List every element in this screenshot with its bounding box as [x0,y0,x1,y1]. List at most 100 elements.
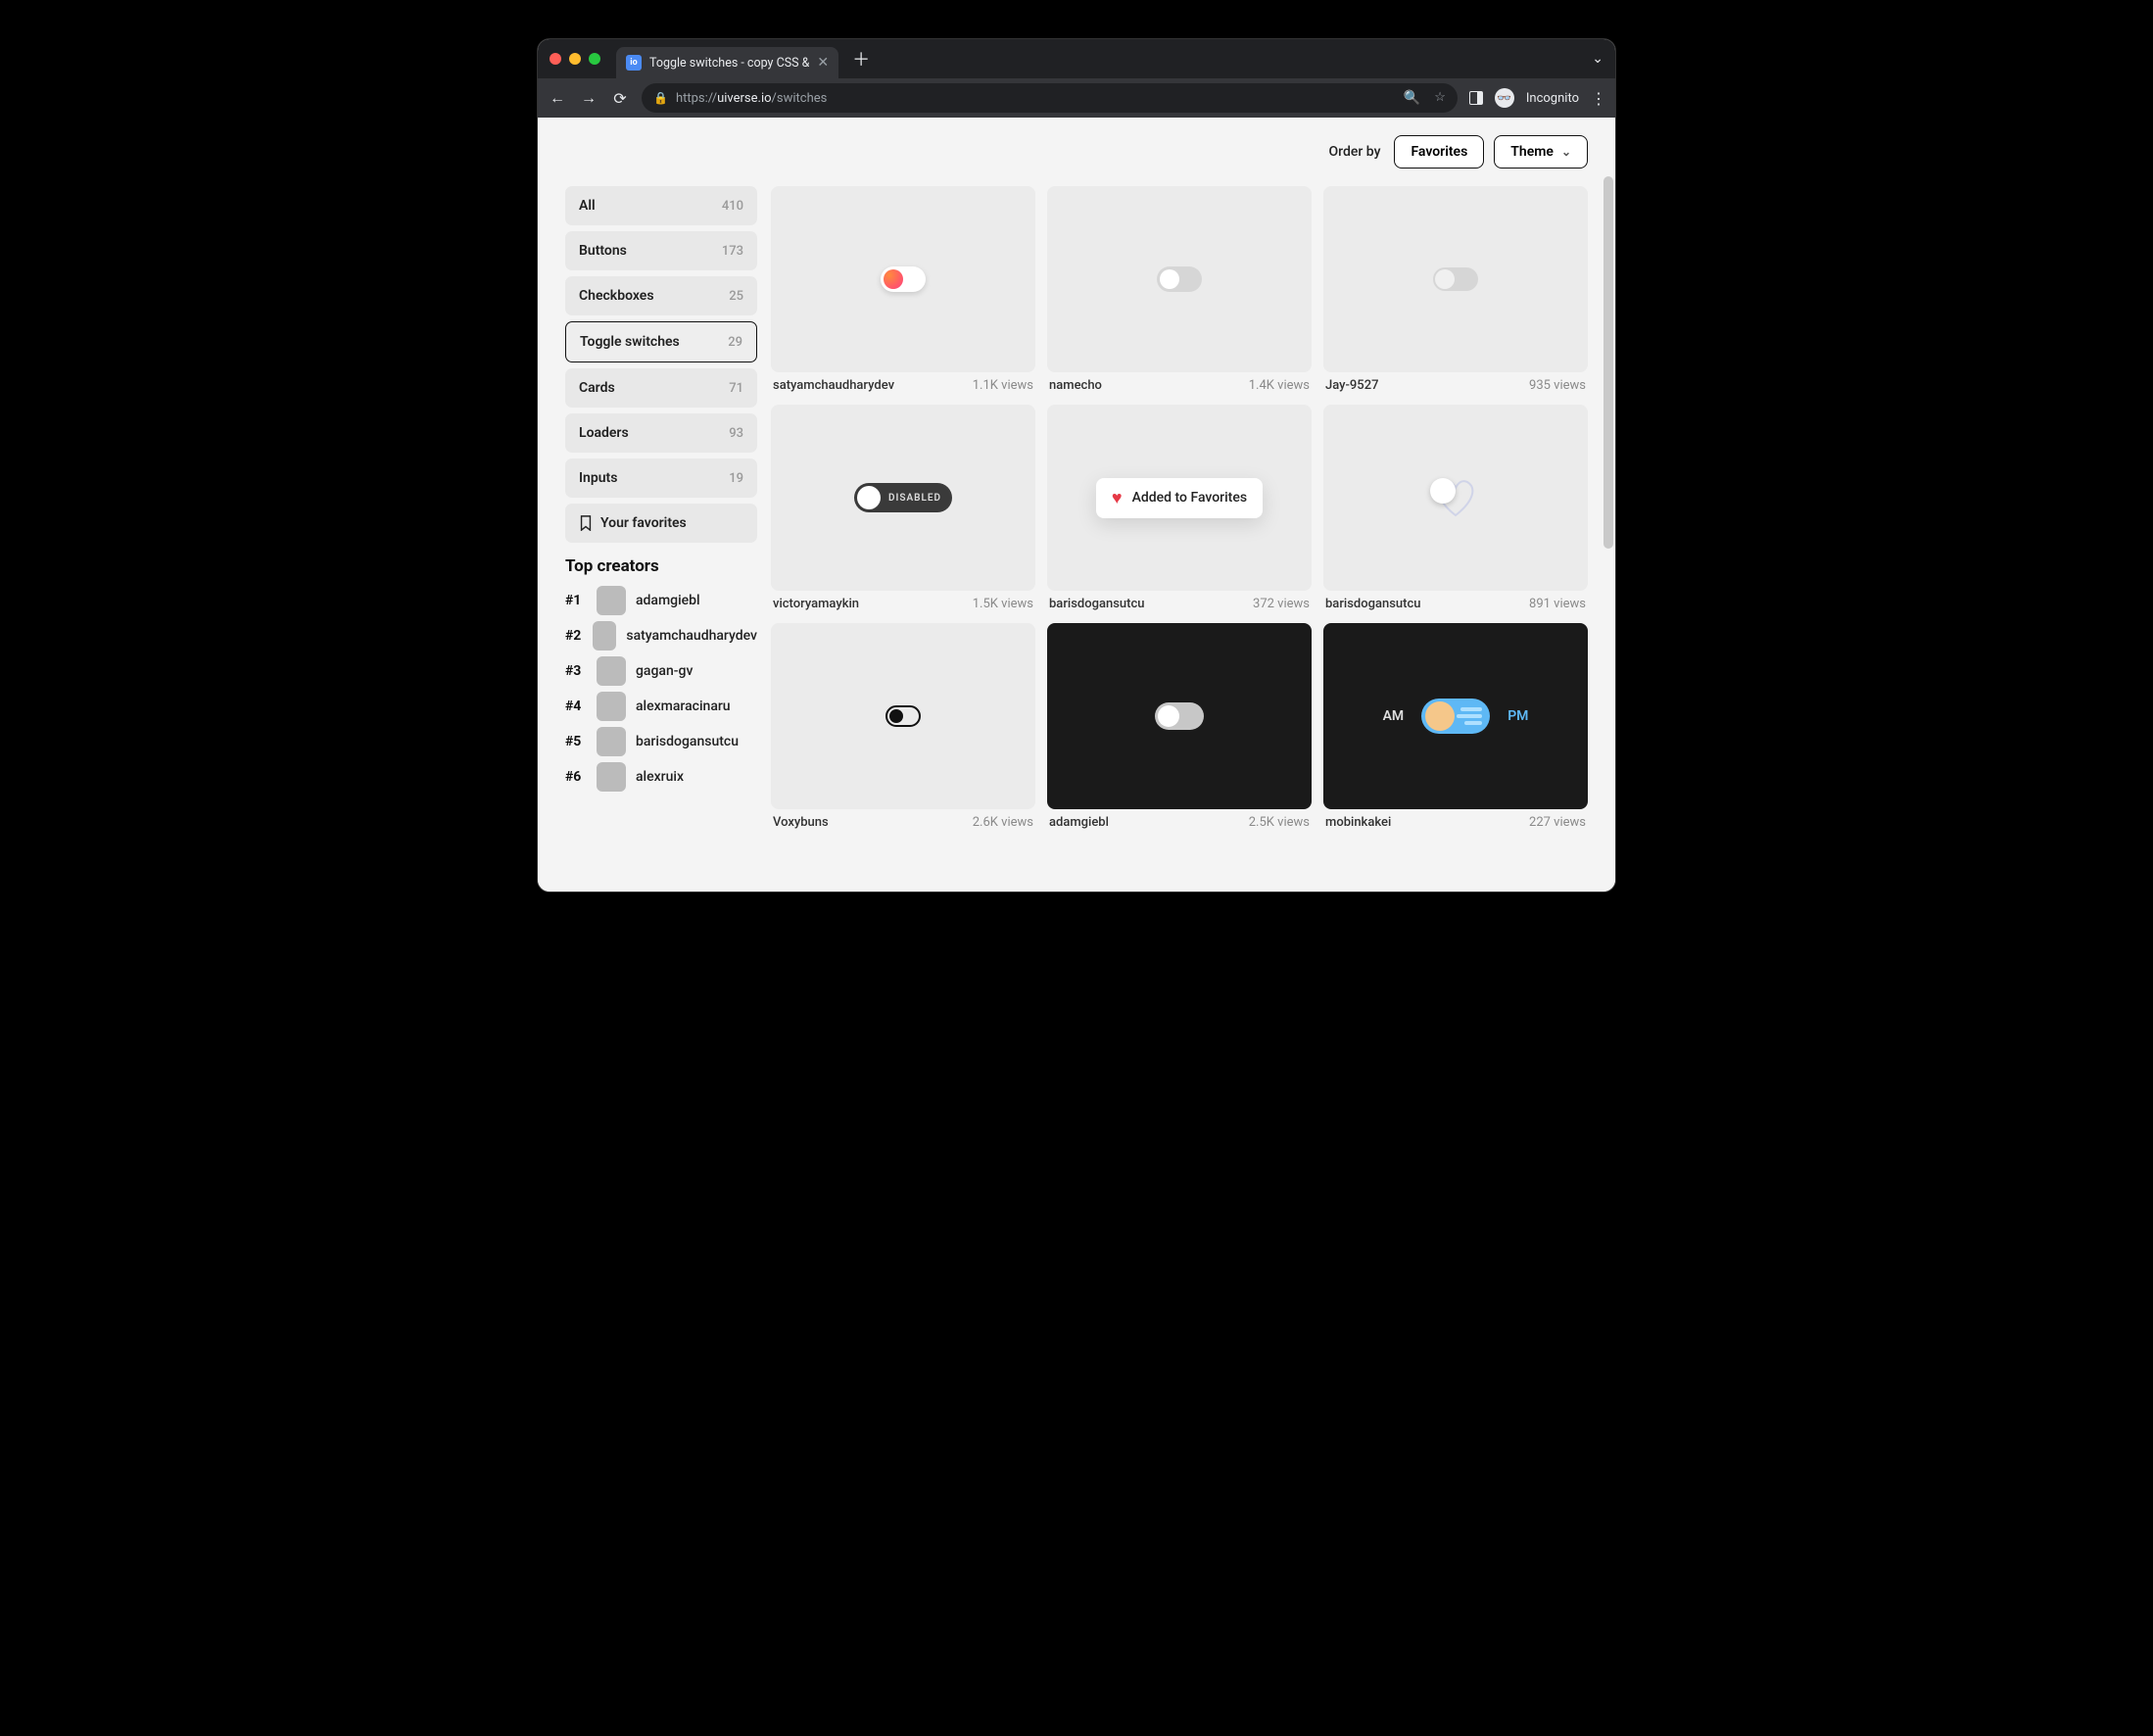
titlebar: io Toggle switches - copy CSS & ✕ ＋ ⌄ [538,39,1615,78]
avatar [597,586,626,615]
component-card[interactable]: satyamchaudharydev 1.1K views [771,186,1035,393]
tabs-overflow-icon[interactable]: ⌄ [1592,51,1603,67]
url-text: https://uiverse.io/switches [676,91,827,106]
sort-favorites-button[interactable]: Favorites [1394,135,1484,169]
card-author[interactable]: barisdogansutcu [1049,597,1145,611]
card-views: 227 views [1529,815,1586,830]
bookmark-star-icon[interactable]: ☆ [1434,90,1446,106]
category-label: Inputs [579,470,617,486]
scrollbar-thumb[interactable] [1603,176,1613,549]
category-label: Checkboxes [579,288,654,304]
toggle-preview [1433,267,1478,291]
minimize-window-icon[interactable] [569,53,581,65]
component-card[interactable]: AM PM mobinkakei 227 views [1323,623,1588,830]
chevron-down-icon: ⌄ [1561,145,1571,159]
window-controls [550,53,600,65]
card-author[interactable]: mobinkakei [1325,815,1391,830]
order-by-label: Order by [1329,144,1381,160]
tab-title: Toggle switches - copy CSS & [649,56,809,71]
browser-window: io Toggle switches - copy CSS & ✕ ＋ ⌄ ← … [538,39,1615,892]
search-icon[interactable]: 🔍 [1404,90,1420,106]
address-bar[interactable]: 🔒 https://uiverse.io/switches 🔍 ☆ [642,83,1458,113]
card-views: 935 views [1529,378,1586,393]
card-author[interactable]: Voxybuns [773,815,829,830]
component-card[interactable]: Voxybuns 2.6K views [771,623,1035,830]
component-card[interactable]: ♥ Added to Favorites barisdogansutcu372 … [1047,405,1312,611]
favorites-toast: ♥ Added to Favorites [1096,478,1263,518]
card-views: 891 views [1529,597,1586,611]
category-all[interactable]: All 410 [565,186,757,225]
category-label: Toggle switches [580,334,680,350]
category-label: Loaders [579,425,629,441]
category-label: Cards [579,380,615,396]
creator-row[interactable]: #2satyamchaudharydev [565,621,757,651]
avatar [597,656,626,686]
toggle-preview [885,705,921,727]
toggle-preview [1428,474,1483,521]
card-views: 1.4K views [1249,378,1310,393]
toggle-preview [881,266,926,292]
close-window-icon[interactable] [550,53,561,65]
panel-icon[interactable] [1469,91,1483,105]
card-views: 2.5K views [1249,815,1310,830]
favorites-label: Your favorites [600,515,687,531]
component-card[interactable]: Jay-9527 935 views [1323,186,1588,393]
maximize-window-icon[interactable] [589,53,600,65]
category-count: 71 [729,381,743,396]
component-card[interactable]: namecho 1.4K views [1047,186,1312,393]
card-views: 1.5K views [973,597,1033,611]
toggle-preview: DISABLED [854,483,952,512]
bookmark-icon [579,515,593,531]
card-author[interactable]: Jay-9527 [1325,378,1378,393]
sidebar: All 410 Buttons 173 Checkboxes 25 Toggle… [565,186,757,830]
category-count: 93 [729,426,743,441]
avatar [597,762,626,792]
category-buttons[interactable]: Buttons 173 [565,231,757,270]
close-tab-icon[interactable]: ✕ [817,55,829,71]
category-cards[interactable]: Cards 71 [565,368,757,408]
favicon-icon: io [626,55,642,71]
browser-tab[interactable]: io Toggle switches - copy CSS & ✕ [616,47,838,78]
top-creators-heading: Top creators [565,556,757,576]
category-count: 19 [729,471,743,486]
component-card[interactable]: DISABLED victoryamaykin 1.5K views [771,405,1035,611]
card-author[interactable]: adamgiebl [1049,815,1109,830]
category-count: 173 [722,244,743,259]
card-author[interactable]: satyamchaudharydev [773,378,894,393]
new-tab-button[interactable]: ＋ [852,46,870,72]
card-views: 1.1K views [973,378,1033,393]
component-card[interactable]: adamgiebl 2.5K views [1047,623,1312,830]
category-toggle-switches[interactable]: Toggle switches 29 [565,321,757,362]
card-author[interactable]: victoryamaykin [773,597,859,611]
heart-icon: ♥ [1112,488,1123,508]
incognito-icon: 👓 [1495,88,1514,108]
category-label: Buttons [579,243,627,259]
your-favorites-link[interactable]: Your favorites [565,504,757,543]
theme-dropdown-button[interactable]: Theme ⌄ [1494,135,1588,169]
toggle-preview [1157,266,1202,292]
creator-row[interactable]: #5barisdogansutcu [565,727,757,756]
category-count: 29 [728,335,742,350]
reload-button[interactable]: ⟳ [610,89,630,108]
avatar [593,621,616,651]
back-button[interactable]: ← [548,88,567,108]
toggle-preview: AM PM [1383,699,1529,734]
card-views: 2.6K views [973,815,1033,830]
creator-row[interactable]: #6alexruix [565,762,757,792]
category-inputs[interactable]: Inputs 19 [565,458,757,498]
card-author[interactable]: barisdogansutcu [1325,597,1421,611]
component-card[interactable]: barisdogansutcu 891 views [1323,405,1588,611]
lock-icon: 🔒 [653,91,668,105]
category-loaders[interactable]: Loaders 93 [565,413,757,453]
forward-button[interactable]: → [579,88,598,108]
creator-row[interactable]: #3gagan-gv [565,656,757,686]
browser-menu-button[interactable]: ⋮ [1591,89,1605,108]
avatar [597,727,626,756]
order-bar: Order by Favorites Theme ⌄ [565,135,1588,169]
category-count: 410 [722,199,743,214]
browser-toolbar: ← → ⟳ 🔒 https://uiverse.io/switches 🔍 ☆ … [538,78,1615,118]
card-author[interactable]: namecho [1049,378,1102,393]
category-checkboxes[interactable]: Checkboxes 25 [565,276,757,315]
creator-row[interactable]: #4alexmaracinaru [565,692,757,721]
creator-row[interactable]: #1adamgiebl [565,586,757,615]
